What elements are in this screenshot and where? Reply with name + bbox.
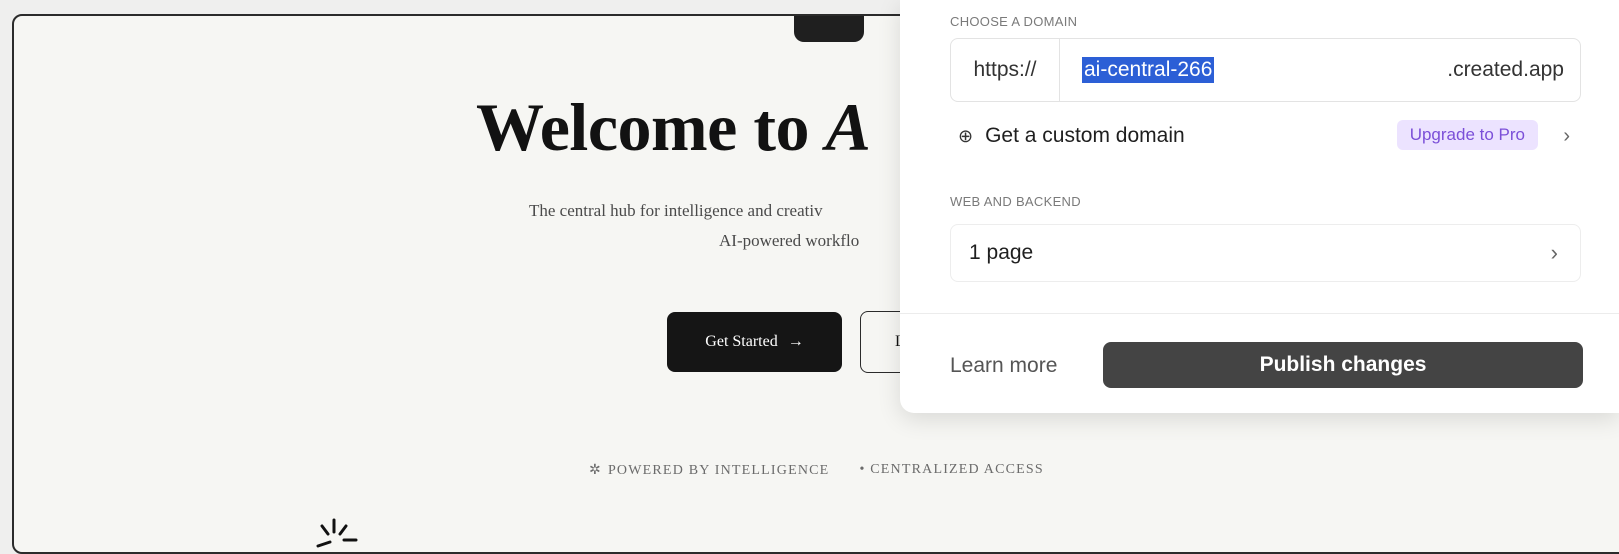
feature-row: ✲ POWERED BY INTELLIGENCE • CENTRALIZED A… [589, 462, 1044, 479]
chevron-right-icon: › [1550, 240, 1558, 265]
hero-title: Welcome to A [476, 88, 871, 167]
hero-subtitle-line1: The central hub for intelligence and cre… [529, 201, 823, 220]
upgrade-to-pro-badge[interactable]: Upgrade to Pro [1396, 120, 1538, 150]
hero-title-accent: A [825, 89, 871, 165]
arrow-right-icon: → [787, 333, 804, 350]
pages-row[interactable]: 1 page › [950, 224, 1581, 282]
hero-title-prefix: Welcome to [476, 89, 826, 165]
globe-icon: ⊕ [958, 125, 974, 146]
feature-centralized: • CENTRALIZED ACCESS [859, 462, 1044, 477]
publish-changes-button[interactable]: Publish changes [1103, 342, 1583, 388]
custom-domain-row[interactable]: ⊕ Get a custom domain Upgrade to Pro › [958, 118, 1578, 154]
pages-label: 1 page [969, 241, 1034, 264]
chevron-right-icon: › [1563, 124, 1570, 147]
feature-powered: ✲ POWERED BY INTELLIGENCE [589, 462, 829, 479]
top-notch [794, 16, 864, 42]
web-backend-section-label: WEB AND BACKEND [950, 194, 1081, 209]
domain-suffix: .created.app [1447, 58, 1564, 81]
domain-prefix: https:// [951, 39, 1060, 101]
learn-more-link[interactable]: Learn more [950, 354, 1057, 378]
domain-input-value[interactable]: ai-central-266 [1082, 57, 1215, 83]
loading-sparkle-icon [314, 516, 362, 552]
domain-input[interactable]: ai-central-266 [1060, 39, 1447, 101]
custom-domain-label: Get a custom domain [985, 124, 1185, 147]
divider [900, 313, 1619, 314]
feature-powered-label: POWERED BY INTELLIGENCE [607, 463, 830, 478]
domain-field[interactable]: https:// ai-central-266 .created.app [950, 38, 1581, 102]
get-started-label: Get Started [705, 333, 778, 350]
domain-section-label: CHOOSE A DOMAIN [950, 14, 1078, 29]
get-started-button[interactable]: Get Started → [667, 312, 842, 372]
sparkle-icon: ✲ [589, 463, 602, 478]
